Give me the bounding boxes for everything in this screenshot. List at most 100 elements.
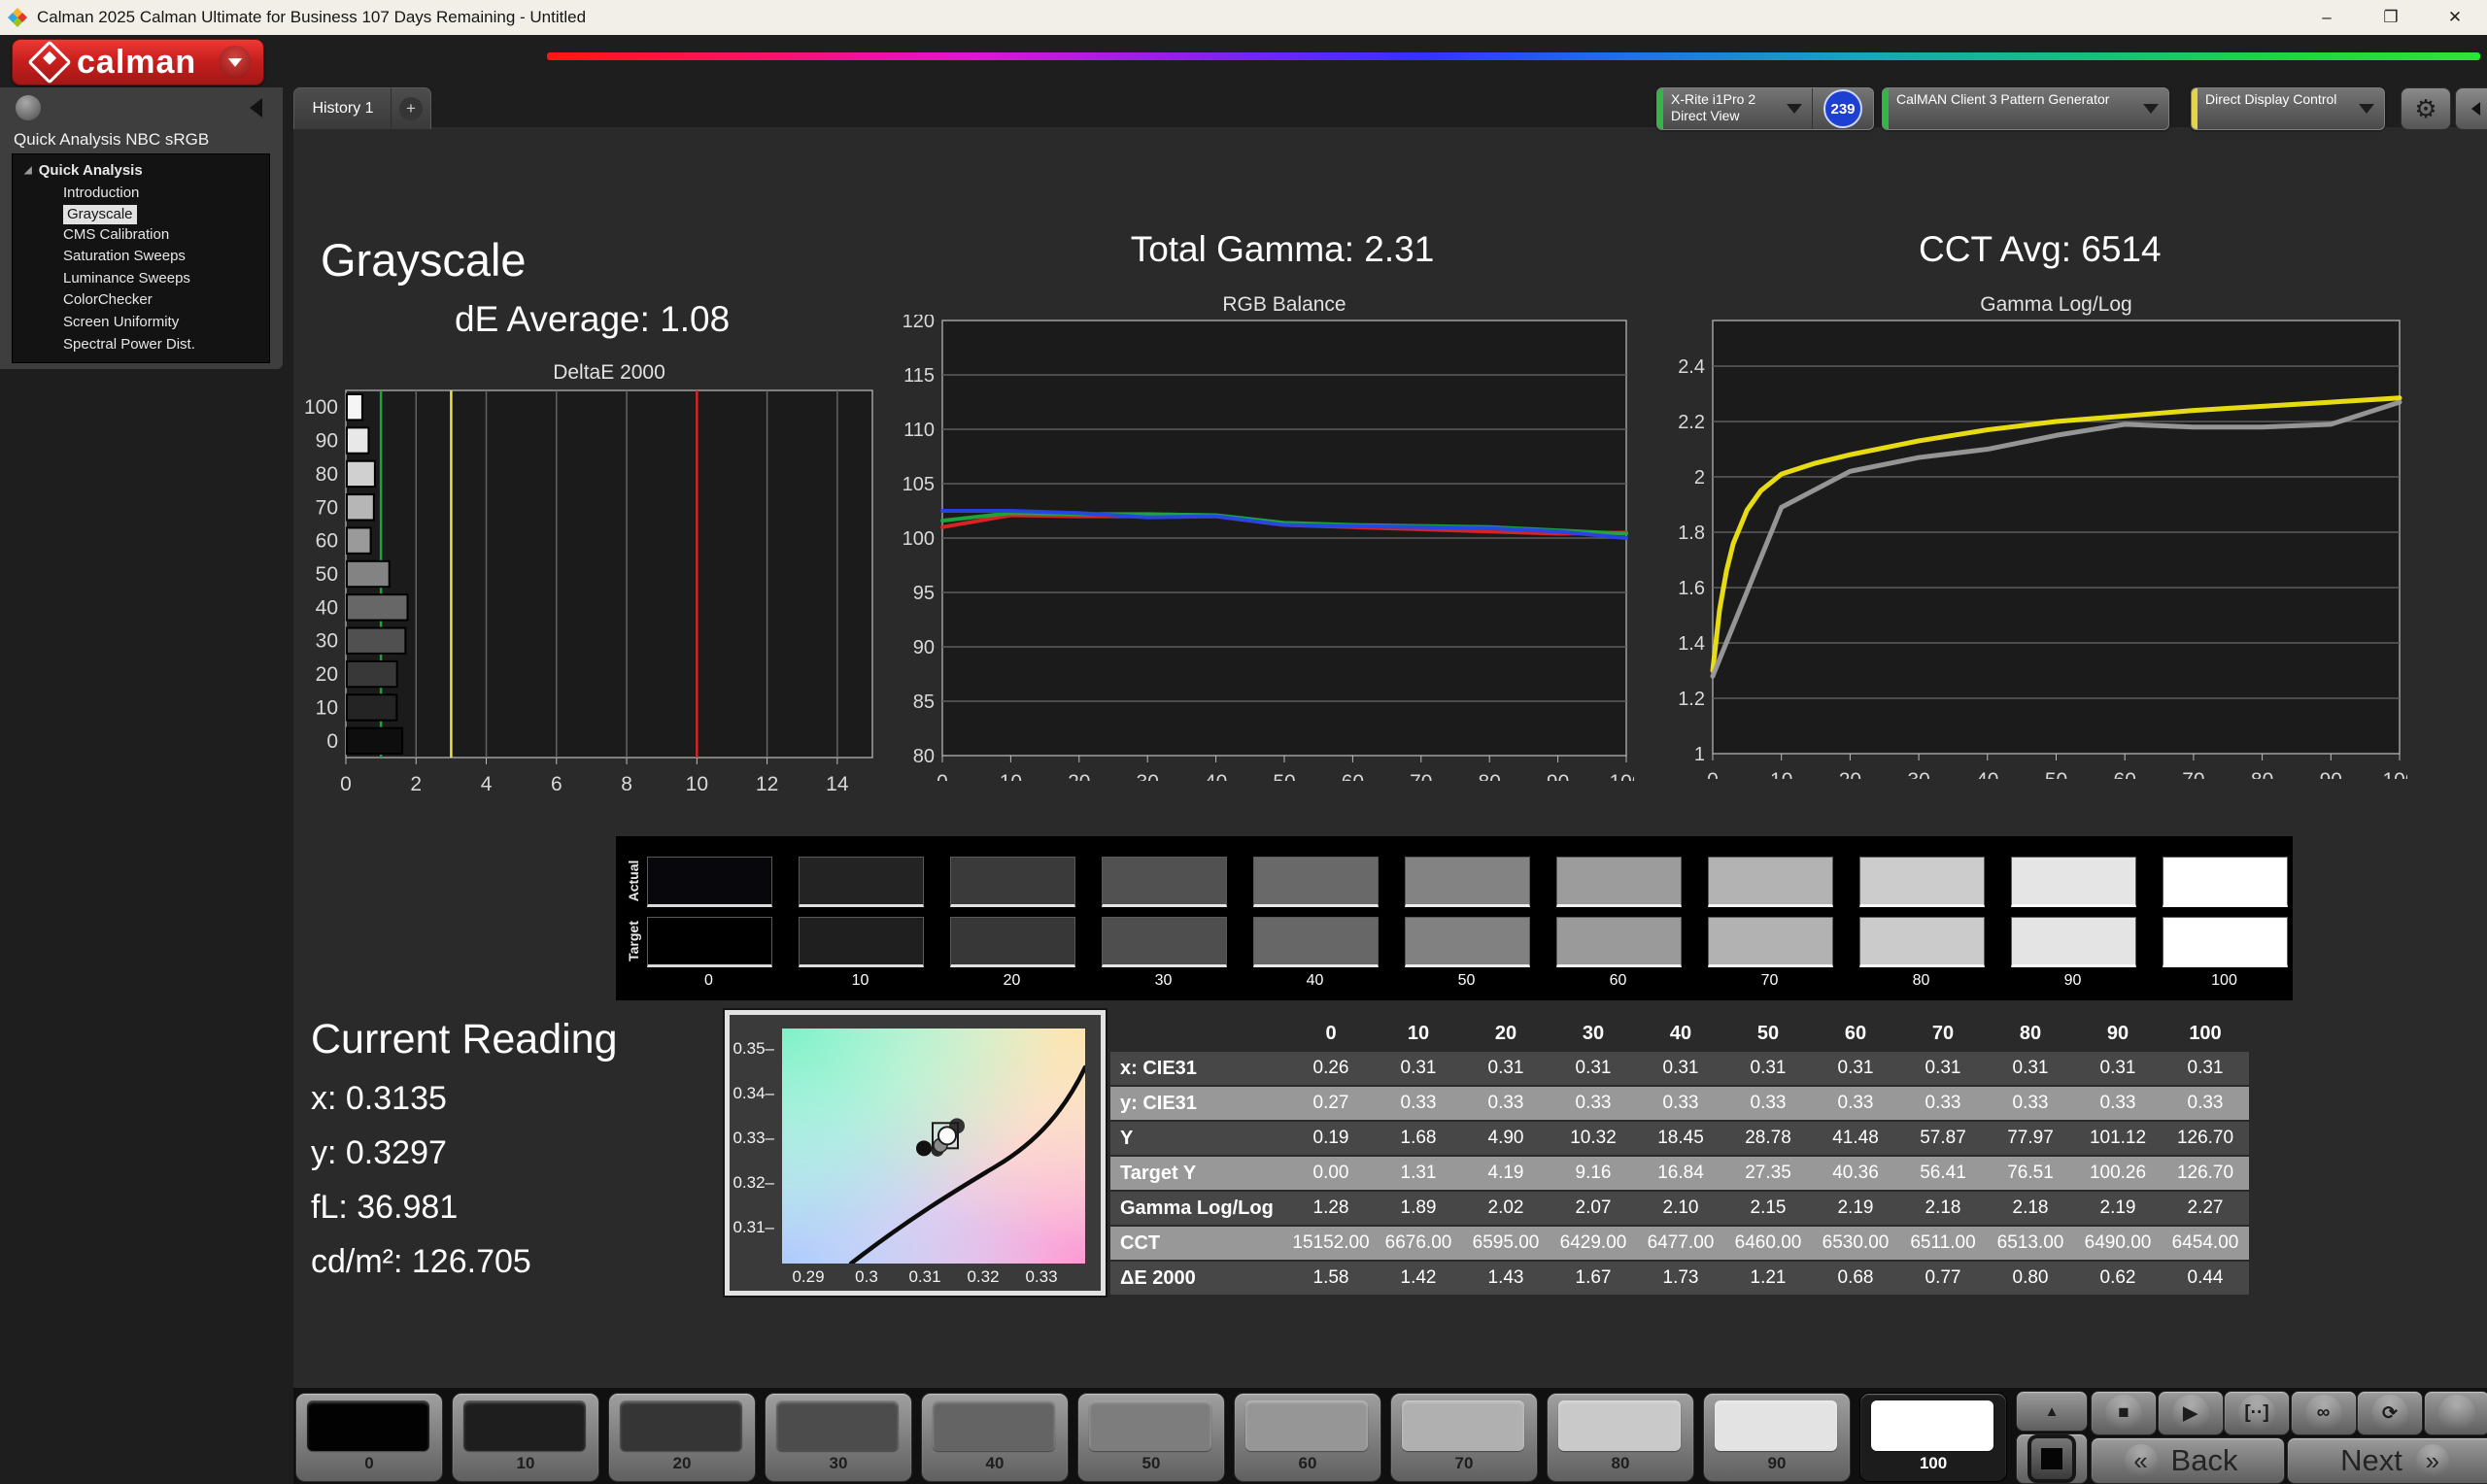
play-button[interactable]: ▶	[2157, 1391, 2224, 1435]
pattern-level-label: 90	[1767, 1454, 1787, 1472]
up-arrow-icon: ▲	[2044, 1402, 2060, 1420]
pattern-level-button-20[interactable]: 20	[608, 1393, 756, 1482]
cct-average-value: CCT Avg: 6514	[1919, 229, 2162, 269]
sidebar-item-saturation-sweeps[interactable]: Saturation Sweeps	[63, 246, 269, 268]
svg-text:1: 1	[1694, 744, 1705, 765]
pattern-patch	[776, 1400, 899, 1451]
grayscale-measurement-table: 0 10 20 30 40 50 60 70 80 90 100 x: CIE31 0.26 0.31 0.…	[1110, 1017, 2249, 1297]
stop-icon: ■	[2118, 1402, 2129, 1423]
back-button[interactable]: « Back	[2091, 1437, 2285, 1484]
svg-text:70: 70	[316, 496, 338, 519]
cie-y-tick: 0.34–	[732, 1083, 774, 1102]
swatch-level-label: 50	[1457, 972, 1476, 989]
calman-menu-button[interactable]: calman	[12, 39, 264, 85]
next-button[interactable]: Next »	[2287, 1437, 2487, 1484]
frame-step-button[interactable]: [··]	[2224, 1391, 2290, 1435]
deltae-chart-title: DeltaE 2000	[553, 361, 665, 384]
current-reading-title: Current Reading	[311, 1016, 618, 1062]
pattern-level-button-0[interactable]: 0	[295, 1393, 443, 1482]
pattern-level-button-10[interactable]: 10	[452, 1393, 599, 1482]
actual-swatch-80	[1859, 857, 1985, 907]
tree-expander-icon[interactable]: ◢	[24, 165, 32, 176]
collapse-toolbar-button[interactable]	[2455, 87, 2487, 130]
play-icon: ▶	[2183, 1402, 2197, 1424]
display-control-dropdown[interactable]: Direct Display Control	[2191, 87, 2385, 130]
calman-menu-dropdown[interactable]	[219, 46, 252, 79]
refresh-button[interactable]: ⟳	[2357, 1391, 2423, 1435]
svg-text:50: 50	[316, 563, 338, 586]
svg-text:20: 20	[1068, 771, 1090, 781]
svg-text:60: 60	[1342, 771, 1364, 781]
sidebar-item-screen-uniformity[interactable]: Screen Uniformity	[63, 312, 269, 334]
meter-dropdown-arrow[interactable]	[1777, 88, 1812, 129]
sidebar-panel: Quick Analysis NBC sRGB ◢ Quick Analysis…	[0, 87, 283, 369]
add-tab-button[interactable]: +	[391, 87, 431, 129]
gear-icon[interactable]: ⚙	[2401, 87, 2451, 130]
window-pattern-button[interactable]	[2016, 1433, 2088, 1484]
actual-swatch-60	[1556, 857, 1682, 907]
sidebar-item-spectral-power-dist-[interactable]: Spectral Power Dist.	[63, 334, 269, 356]
pattern-level-button-60[interactable]: 60	[1234, 1393, 1381, 1482]
sidebar-item-cms-calibration[interactable]: CMS Calibration	[63, 224, 269, 247]
swatch-level-label: 0	[704, 972, 713, 989]
panel-up-button[interactable]: ▲	[2016, 1391, 2088, 1432]
stop-button[interactable]: ■	[2091, 1391, 2157, 1435]
sidebar-options-button[interactable]	[16, 95, 41, 120]
calman-app-window: Calman 2025 Calman Ultimate for Business…	[0, 0, 2487, 1484]
display-control-label: Direct Display Control	[2205, 91, 2337, 107]
blank-button[interactable]	[2423, 1391, 2487, 1435]
gamma-chart-title: Gamma Log/Log	[1980, 293, 2132, 316]
target-swatch-90	[2011, 917, 2136, 967]
pattern-patch	[307, 1400, 429, 1451]
cie-x-tick: 0.3	[855, 1267, 878, 1286]
pattern-level-button-70[interactable]: 70	[1390, 1393, 1538, 1482]
svg-text:2.4: 2.4	[1678, 356, 1705, 378]
restore-button[interactable]: ❐	[2359, 0, 2423, 35]
minimize-button[interactable]: –	[2295, 0, 2359, 35]
pattern-level-button-100[interactable]: 100	[1859, 1393, 2007, 1482]
target-swatch-50	[1405, 917, 1530, 967]
display-control-dropdown-arrow[interactable]	[2349, 88, 2384, 129]
pattern-patch	[1715, 1400, 1837, 1451]
svg-text:10: 10	[686, 773, 708, 795]
swatch-level-label: 10	[851, 972, 869, 989]
tab-history-1[interactable]: History 1	[293, 87, 392, 129]
meter-dropdown[interactable]: X-Rite i1Pro 2 Direct View	[1657, 88, 1813, 129]
pattern-level-button-40[interactable]: 40	[921, 1393, 1069, 1482]
svg-text:1.8: 1.8	[1678, 523, 1705, 544]
svg-text:50: 50	[2045, 769, 2067, 779]
target-swatch-10	[799, 917, 924, 967]
swatch-level-label: 80	[1912, 972, 1930, 989]
svg-text:60: 60	[316, 530, 338, 553]
pattern-generator-label: CalMAN Client 3 Pattern Generator	[1896, 91, 2110, 107]
pattern-level-label: 80	[1611, 1454, 1630, 1472]
pattern-level-button-50[interactable]: 50	[1077, 1393, 1225, 1482]
sidebar-collapse-button[interactable]	[242, 95, 269, 120]
actual-swatch-100	[2163, 857, 2288, 907]
pattern-generator-dropdown-arrow[interactable]	[2133, 88, 2168, 129]
calman-wordmark: calman	[77, 43, 197, 81]
rgb-balance-chart-title: RGB Balance	[1222, 293, 1346, 316]
sidebar-item-luminance-sweeps[interactable]: Luminance Sweeps	[63, 268, 269, 290]
svg-text:100: 100	[903, 528, 935, 550]
sidebar-item-colorchecker[interactable]: ColorChecker	[63, 289, 269, 312]
sidebar-item-grayscale[interactable]: Grayscale	[63, 204, 137, 224]
close-button[interactable]: ✕	[2423, 0, 2487, 35]
meter-count-badge[interactable]: 239	[1823, 89, 1862, 128]
svg-text:10: 10	[316, 696, 338, 719]
calman-logo-icon	[27, 40, 72, 84]
tree-root-quick-analysis[interactable]: ◢ Quick Analysis	[13, 154, 269, 181]
pattern-patch	[1089, 1400, 1211, 1451]
pattern-level-button-30[interactable]: 30	[765, 1393, 912, 1482]
pattern-patch	[1558, 1400, 1681, 1451]
svg-text:110: 110	[903, 420, 935, 441]
svg-text:0: 0	[1707, 769, 1719, 779]
pattern-generator-dropdown[interactable]: CalMAN Client 3 Pattern Generator	[1882, 87, 2169, 130]
pattern-level-button-80[interactable]: 80	[1547, 1393, 1694, 1482]
svg-text:40: 40	[1205, 771, 1227, 781]
sidebar-item-introduction[interactable]: Introduction	[63, 183, 269, 205]
loop-button[interactable]: ∞	[2290, 1391, 2357, 1435]
cie-x-tick: 0.31	[908, 1267, 941, 1286]
pattern-level-button-90[interactable]: 90	[1703, 1393, 1851, 1482]
svg-text:20: 20	[1839, 769, 1861, 779]
